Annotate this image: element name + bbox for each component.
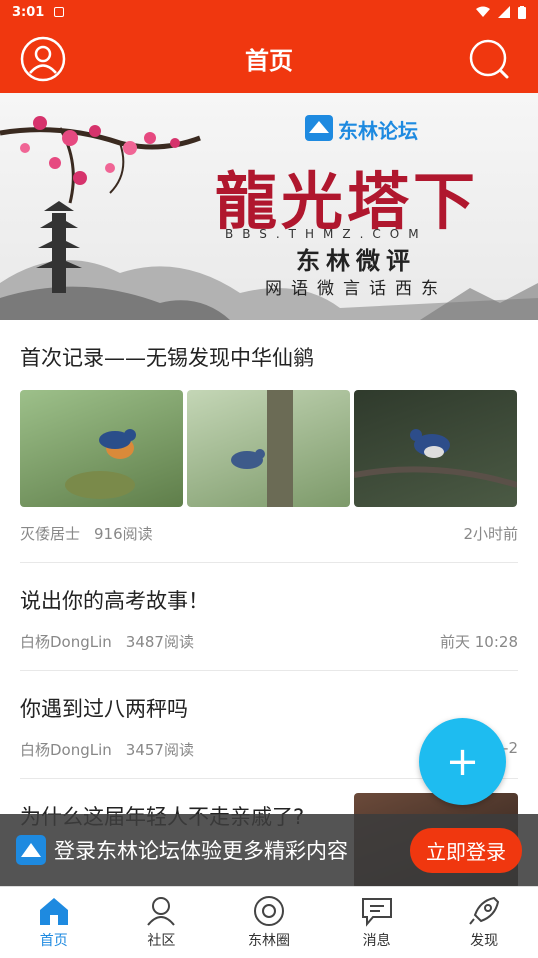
- post-item[interactable]: 首次记录——无锡发现中华仙鹟 灭倭居士 916阅读 2小时前: [20, 320, 518, 563]
- login-prompt-text: 登录东林论坛体验更多精彩内容: [54, 839, 348, 863]
- post-item[interactable]: 说出你的高考故事！ 白杨DongLin 3487阅读 前天 10:28: [20, 563, 518, 671]
- banner[interactable]: 东林论坛 龍光塔下 BBS.THMZ.COM 东林微评 网语微言话西东: [0, 93, 538, 320]
- post-author: 白杨DongLin: [20, 633, 112, 651]
- user-icon: [20, 36, 66, 82]
- post-reads: 3487阅读: [125, 633, 194, 651]
- banner-url: BBS.THMZ.COM: [225, 227, 428, 241]
- status-bar: 3:01: [0, 0, 538, 24]
- post-meta: 白杨DongLin 3487阅读 前天 10:28: [20, 615, 518, 670]
- create-post-button[interactable]: +: [419, 718, 506, 805]
- app-bar: 首页: [0, 24, 538, 93]
- tab-label: 发现: [470, 933, 499, 949]
- battery-icon: [518, 5, 526, 19]
- tab-label: 东林圈: [247, 933, 290, 949]
- search-button[interactable]: [466, 36, 512, 82]
- post-time: 2小时前: [463, 525, 518, 543]
- tab-label: 首页: [39, 933, 68, 949]
- login-button[interactable]: 立即登录: [410, 827, 522, 873]
- post-time: 前天 10:28: [440, 633, 518, 651]
- post-image[interactable]: [354, 390, 517, 507]
- banner-tagline: 网语微言话西东: [265, 279, 447, 299]
- post-title: 说出你的高考故事！: [20, 589, 209, 613]
- message-icon: [361, 898, 392, 927]
- tab-community[interactable]: 社区: [108, 887, 216, 958]
- post-reads: 916阅读: [94, 525, 153, 543]
- post-reads: 3457阅读: [125, 741, 194, 759]
- circle-icon: [253, 896, 284, 926]
- app-logo-icon: [16, 835, 46, 865]
- banner-logo-text: 东林论坛: [338, 119, 418, 143]
- post-author: 灭倭居士: [20, 525, 81, 543]
- tab-home[interactable]: 首页: [0, 887, 108, 958]
- bird-photo: [231, 390, 293, 507]
- bird-photo: [354, 429, 517, 488]
- signal-icon: [498, 6, 510, 18]
- bottom-tab-bar: 首页 社区 东林圈 消息 发现: [0, 886, 538, 958]
- tab-messages[interactable]: 消息: [323, 887, 431, 958]
- post-title: 首次记录——无锡发现中华仙鹟: [20, 346, 314, 370]
- post-meta: 灭倭居士 916阅读 2小时前: [20, 507, 518, 562]
- rocket-icon: [469, 896, 500, 925]
- post-title: 你遇到过八两秤吗: [20, 697, 188, 721]
- tab-donglin-circle[interactable]: 东林圈: [215, 887, 323, 958]
- search-icon: [469, 39, 509, 79]
- banner-subtitle: 东林微评: [296, 246, 416, 275]
- post-image[interactable]: [187, 390, 350, 507]
- community-icon: [147, 897, 176, 926]
- page-title: 首页: [245, 47, 293, 75]
- post-image[interactable]: [20, 390, 183, 507]
- notification-icon: [54, 7, 65, 17]
- status-time: 3:01: [12, 4, 45, 20]
- tab-label: 消息: [362, 933, 391, 949]
- tab-label: 社区: [147, 933, 176, 949]
- post-author: 白杨DongLin: [20, 741, 112, 759]
- profile-button[interactable]: [20, 36, 66, 82]
- home-icon: [39, 898, 68, 925]
- login-banner: 登录东林论坛体验更多精彩内容 立即登录: [0, 814, 538, 886]
- plus-icon: +: [445, 738, 480, 785]
- post-thumbnails: [20, 390, 518, 507]
- tab-discover[interactable]: 发现: [430, 887, 538, 958]
- bird-photo: [65, 429, 136, 499]
- wifi-icon: [476, 6, 490, 17]
